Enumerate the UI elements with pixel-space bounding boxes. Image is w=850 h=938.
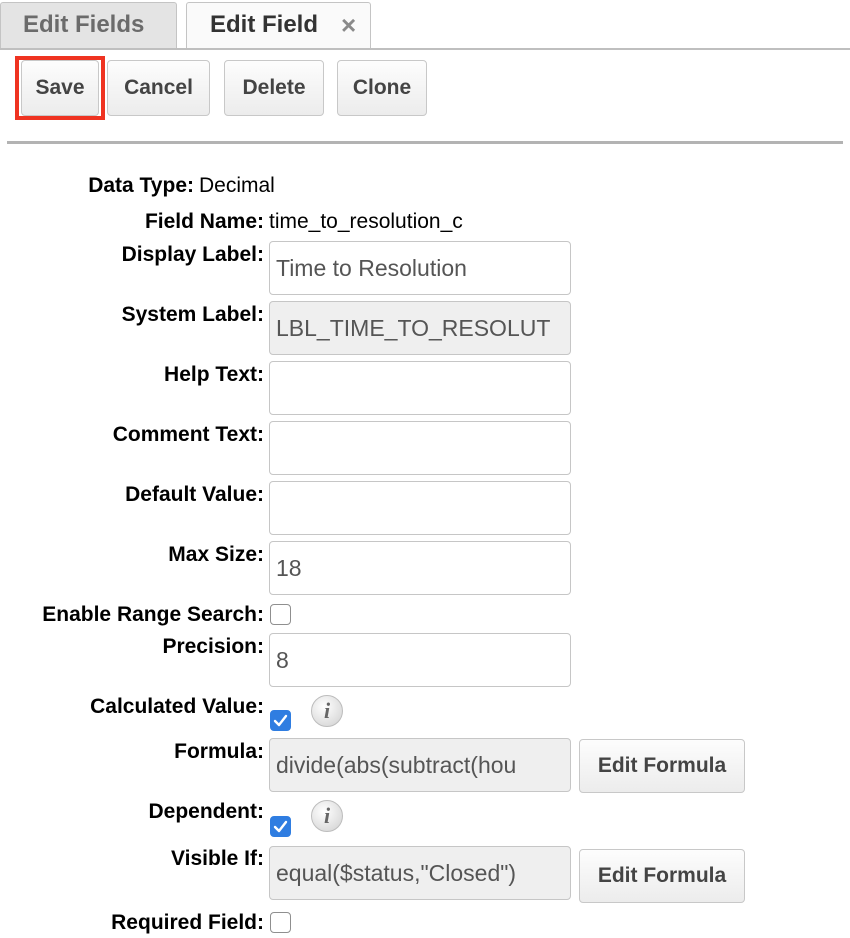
dependent-checkbox[interactable] (270, 816, 291, 837)
calculated-value-label: Calculated Value: (90, 695, 264, 718)
required-field-label: Required Field: (111, 911, 264, 934)
help-text-label: Help Text: (164, 363, 264, 386)
system-label-label: System Label: (121, 303, 264, 326)
comment-text-input[interactable] (269, 421, 571, 475)
enable-range-search-label: Enable Range Search: (42, 603, 264, 626)
tab-edit-field[interactable]: Edit Field × (186, 2, 371, 50)
cancel-button[interactable]: Cancel (107, 60, 210, 116)
tab-divider (0, 48, 850, 50)
field-name-label: Field Name: (144, 210, 264, 233)
tab-edit-fields[interactable]: Edit Fields (0, 2, 177, 48)
checkmark-icon (273, 820, 288, 833)
toolbar-divider (7, 141, 843, 144)
help-text-input[interactable] (269, 361, 571, 415)
default-value-label: Default Value: (125, 483, 264, 506)
tab-label: Edit Field (210, 11, 318, 38)
comment-text-label: Comment Text: (112, 423, 264, 446)
precision-label: Precision: (162, 635, 264, 658)
visible-if-input: equal($status,"Closed") (269, 846, 571, 900)
info-icon[interactable]: i (311, 800, 343, 832)
save-button[interactable]: Save (21, 60, 99, 116)
data-type-value: Decimal (199, 174, 275, 197)
tab-bar: Edit Fields Edit Field × (0, 0, 850, 50)
default-value-input[interactable] (269, 481, 571, 535)
tab-label: Edit Fields (23, 11, 145, 38)
close-icon[interactable]: × (341, 3, 356, 47)
clone-button[interactable]: Clone (337, 60, 427, 116)
display-label-input[interactable]: Time to Resolution (269, 241, 571, 295)
display-label-label: Display Label: (121, 243, 264, 266)
checkmark-icon (273, 714, 288, 727)
formula-input: divide(abs(subtract(hou (269, 738, 571, 792)
visible-if-label: Visible If: (171, 847, 264, 870)
delete-button[interactable]: Delete (224, 60, 324, 116)
data-type-label: Data Type: (88, 174, 194, 197)
calculated-value-checkbox[interactable] (270, 710, 291, 731)
precision-input[interactable]: 8 (269, 633, 571, 687)
edit-formula-button[interactable]: Edit Formula (579, 739, 745, 793)
max-size-input[interactable]: 18 (269, 541, 571, 595)
enable-range-search-checkbox[interactable] (270, 604, 291, 625)
field-name-value: time_to_resolution_c (269, 210, 463, 233)
info-icon[interactable]: i (311, 695, 343, 727)
dependent-label: Dependent: (148, 800, 265, 823)
edit-visible-if-formula-button[interactable]: Edit Formula (579, 849, 745, 903)
formula-label: Formula: (174, 740, 264, 763)
max-size-label: Max Size: (168, 543, 264, 566)
required-field-checkbox[interactable] (270, 912, 291, 933)
system-label-input: LBL_TIME_TO_RESOLUT (269, 301, 571, 355)
